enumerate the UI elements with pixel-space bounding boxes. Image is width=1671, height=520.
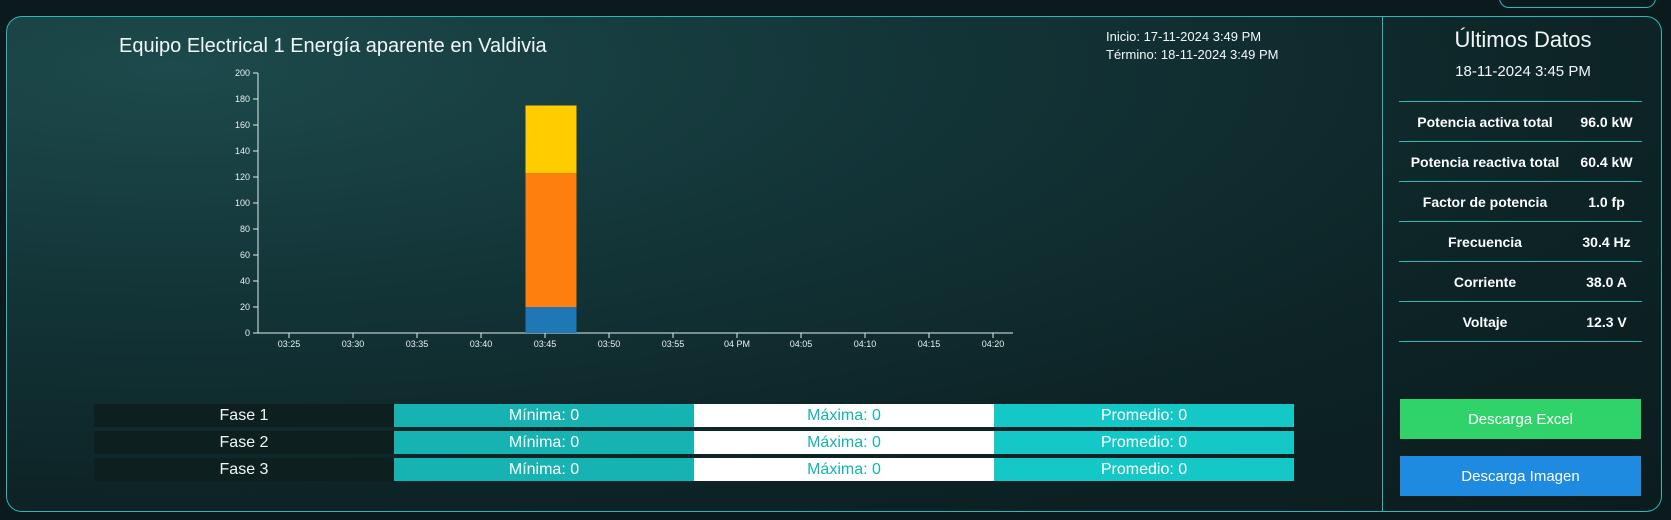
metric-label: Factor de potencia: [1399, 181, 1571, 222]
y-tick-label: 20: [240, 302, 250, 312]
y-tick-label: 180: [235, 94, 250, 104]
metric-value: 60.4 kW: [1571, 141, 1642, 182]
y-tick-label: 160: [235, 120, 250, 130]
y-tick-label: 60: [240, 250, 250, 260]
phase-avg: Promedio: 0: [994, 404, 1294, 427]
y-tick-label: 0: [245, 328, 250, 338]
x-tick-label: 04:10: [854, 339, 877, 349]
x-tick-label: 03:30: [342, 339, 365, 349]
phase-max: Máxima: 0: [694, 431, 994, 454]
y-tick-label: 200: [235, 68, 250, 78]
latest-row: Corriente 38.0 A: [1399, 261, 1642, 302]
phase-label: Fase 1: [94, 404, 394, 427]
metric-value: 96.0 kW: [1571, 101, 1642, 142]
bar-segment-3: [525, 105, 577, 174]
phase-avg: Promedio: 0: [994, 458, 1294, 481]
phase-row-3: Fase 3 Mínima: 0 Máxima: 0 Promedio: 0: [94, 458, 1294, 481]
x-tick-label: 03:45: [534, 339, 557, 349]
y-tick-label: 40: [240, 276, 250, 286]
download-excel-button[interactable]: Descarga Excel: [1400, 399, 1641, 439]
x-tick-label: 03:50: [598, 339, 621, 349]
latest-data-table: Potencia activa total 96.0 kW Potencia r…: [1399, 101, 1642, 342]
top-tab-outline: [1499, 0, 1656, 8]
download-image-button[interactable]: Descarga Imagen: [1400, 456, 1641, 496]
metric-label: Potencia reactiva total: [1399, 141, 1571, 182]
phase-min: Mínima: 0: [394, 404, 694, 427]
phase-max: Máxima: 0: [694, 458, 994, 481]
y-tick-label: 120: [235, 172, 250, 182]
phase-row-1: Fase 1 Mínima: 0 Máxima: 0 Promedio: 0: [94, 404, 1294, 427]
y-tick-label: 140: [235, 146, 250, 156]
phase-label: Fase 2: [94, 431, 394, 454]
x-tick-label: 03:40: [470, 339, 493, 349]
bar-segment-1: [525, 307, 577, 333]
phase-row-2: Fase 2 Mínima: 0 Máxima: 0 Promedio: 0: [94, 431, 1294, 454]
y-tick-label: 80: [240, 224, 250, 234]
x-tick-label: 04:15: [918, 339, 941, 349]
x-tick-label: 03:35: [406, 339, 429, 349]
metric-value: 38.0 A: [1571, 261, 1642, 302]
metric-label: Voltaje: [1399, 301, 1571, 342]
latest-row: Frecuencia 30.4 Hz: [1399, 221, 1642, 262]
dashboard-panel: Equipo Electrical 1 Energía aparente en …: [6, 16, 1662, 512]
metric-value: 30.4 Hz: [1571, 221, 1642, 262]
latest-data-title: Últimos Datos: [1454, 27, 1592, 52]
x-tick-label: 04 PM: [724, 339, 750, 349]
phase-min: Mínima: 0: [394, 458, 694, 481]
phase-stats-table: Fase 1 Mínima: 0 Máxima: 0 Promedio: 0 F…: [94, 404, 1294, 485]
metric-value: 1.0 fp: [1571, 181, 1642, 222]
metric-value: 12.3 V: [1571, 301, 1642, 342]
stacked-bar-chart: 0 20 40 60 80 100 120 140 160 180 200 03:25 03:30 03:…: [235, 68, 1013, 349]
x-tick-label: 04:20: [982, 339, 1005, 349]
latest-row: Potencia activa total 96.0 kW: [1399, 101, 1642, 142]
latest-row: Voltaje 12.3 V: [1399, 301, 1642, 342]
phase-avg: Promedio: 0: [994, 431, 1294, 454]
phase-min: Mínima: 0: [394, 431, 694, 454]
metric-label: Frecuencia: [1399, 221, 1571, 262]
metric-label: Corriente: [1399, 261, 1571, 302]
x-tick-label: 03:25: [278, 339, 301, 349]
latest-row: Potencia reactiva total 60.4 kW: [1399, 141, 1642, 182]
x-tick-label: 04:05: [790, 339, 813, 349]
y-tick-label: 100: [235, 198, 250, 208]
latest-row: Factor de potencia 1.0 fp: [1399, 181, 1642, 222]
phase-max: Máxima: 0: [694, 404, 994, 427]
latest-data-date: 18-11-2024 3:45 PM: [1455, 63, 1591, 80]
phase-label: Fase 3: [94, 458, 394, 481]
panel-divider: [1382, 17, 1383, 511]
bar-segment-2: [525, 173, 577, 307]
metric-label: Potencia activa total: [1399, 101, 1571, 142]
x-tick-label: 03:55: [662, 339, 685, 349]
